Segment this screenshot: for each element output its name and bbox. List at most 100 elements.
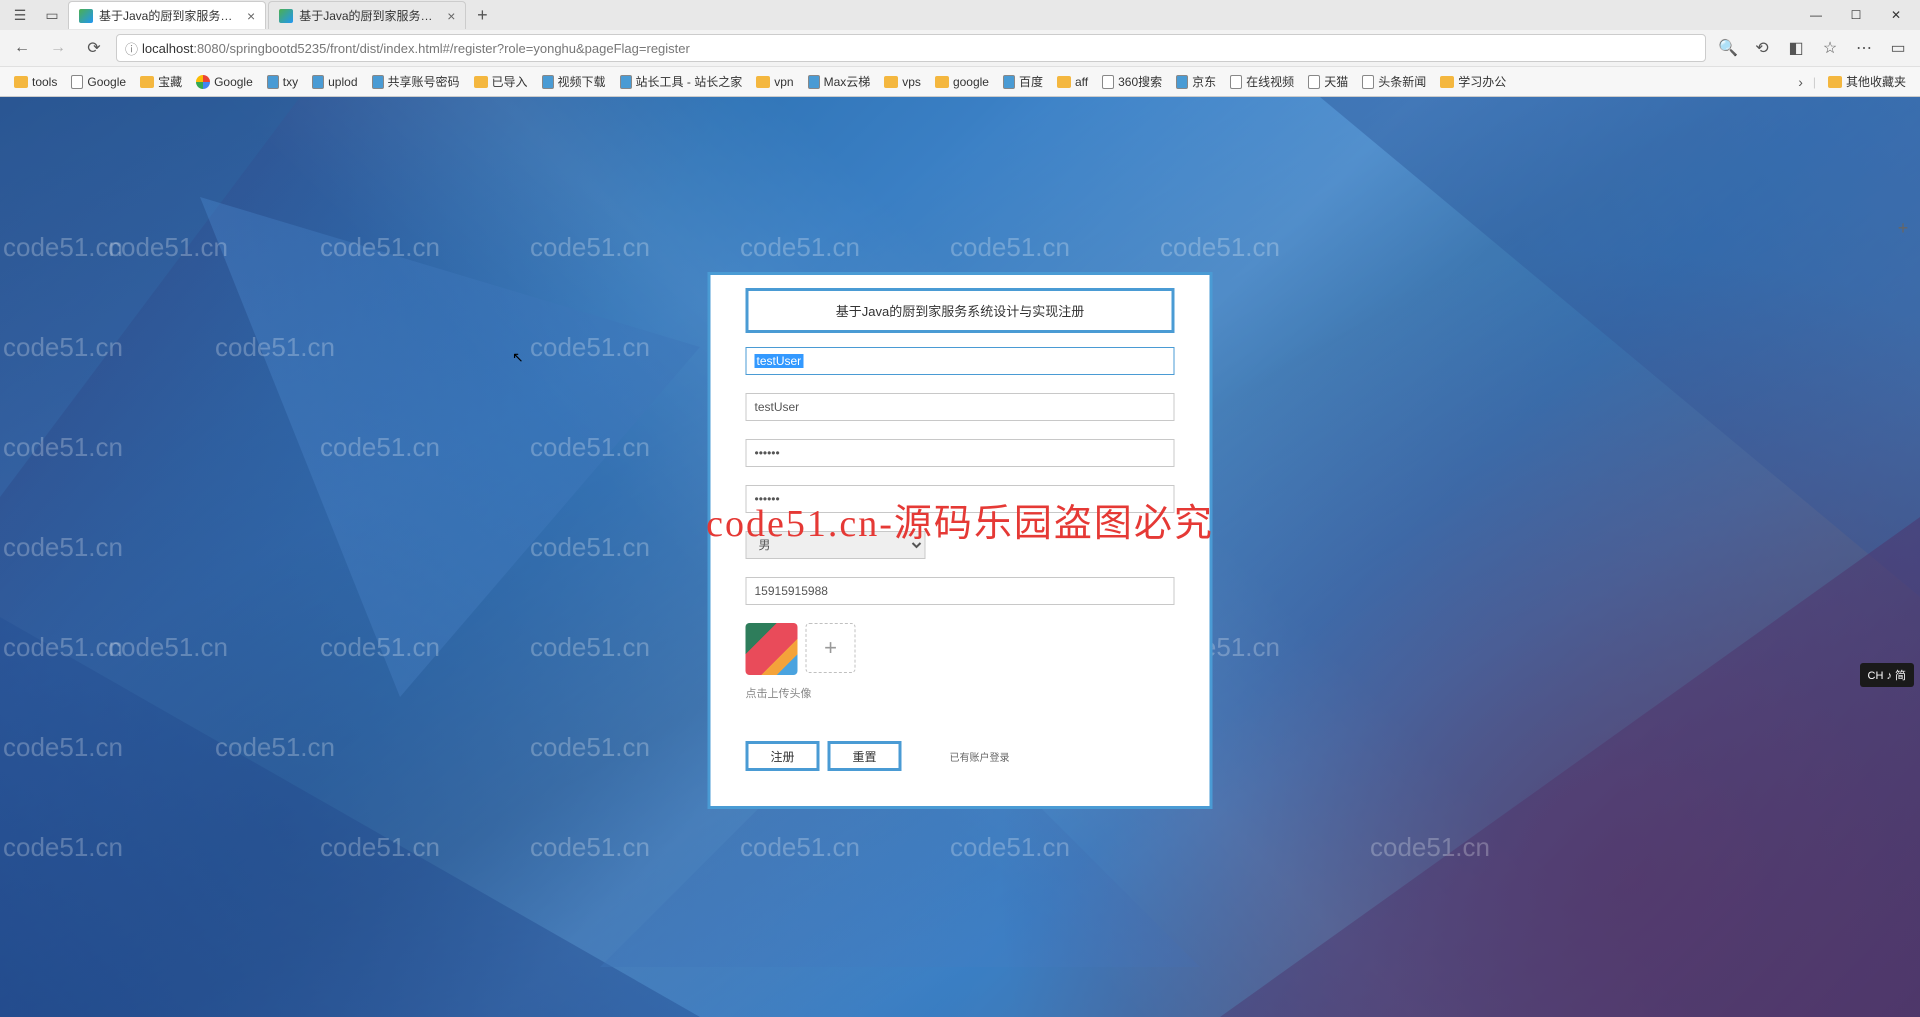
ime-indicator: CH ♪ 简 [1860, 663, 1915, 687]
bookmark-item[interactable]: 360搜索 [1096, 71, 1168, 92]
confirm-password-input[interactable] [746, 485, 1175, 513]
bookmark-label: 宝藏 [158, 73, 182, 90]
sync-icon[interactable]: ⟲ [1748, 34, 1776, 62]
folder-icon [1057, 76, 1071, 88]
bookmarks-overflow-icon[interactable]: › [1794, 74, 1807, 90]
sidebar-toggle-icon[interactable]: ☰ [10, 5, 30, 25]
bookmark-label: Google [87, 75, 126, 89]
window-controls: — ☐ ✕ [1796, 0, 1916, 30]
bookmark-label: aff [1075, 75, 1088, 89]
bookmark-label: Max云梯 [824, 73, 871, 90]
site-icon [312, 75, 324, 89]
bookmark-item[interactable]: google [929, 73, 995, 91]
forward-button[interactable]: → [44, 34, 72, 62]
tab-close-icon[interactable]: × [447, 8, 455, 24]
tab-favicon-icon [279, 9, 293, 23]
page-icon [1308, 75, 1320, 89]
bookmark-item[interactable]: 共享账号密码 [366, 71, 466, 92]
folder-icon [884, 76, 898, 88]
url-input[interactable]: ⓘ localhost :8080 /springbootd5235/front… [116, 34, 1706, 62]
bookmark-item[interactable]: uplod [306, 73, 363, 91]
url-path: /springbootd5235/front/dist/index.html#/… [226, 41, 690, 56]
reset-button[interactable]: 重置 [828, 741, 902, 771]
tab-close-icon[interactable]: × [247, 8, 255, 24]
browser-tab-inactive[interactable]: 基于Java的厨到家服务系统设计与 × [268, 1, 466, 29]
nickname-input[interactable] [746, 393, 1175, 421]
back-button[interactable]: ← [8, 34, 36, 62]
new-tab-button[interactable]: + [468, 1, 496, 29]
bookmark-item[interactable]: Max云梯 [802, 71, 877, 92]
bookmark-other-folder[interactable]: 其他收藏夹 [1822, 71, 1912, 92]
zoom-icon[interactable]: 🔍 [1714, 34, 1742, 62]
extension-icon[interactable]: ◧ [1782, 34, 1810, 62]
username-value: testUser [755, 354, 804, 368]
site-icon [620, 75, 632, 89]
bookmark-item[interactable]: vpn [750, 73, 799, 91]
bookmark-item[interactable]: aff [1051, 73, 1094, 91]
menu-icon[interactable]: ⋯ [1850, 34, 1878, 62]
tab-title: 基于Java的厨到家服务系统设计与 [99, 7, 239, 24]
bookmark-item[interactable]: 学习办公 [1434, 71, 1512, 92]
page-icon [1102, 75, 1114, 89]
bookmark-item[interactable]: vps [878, 73, 927, 91]
bookmark-item[interactable]: txy [261, 73, 304, 91]
bookmark-item[interactable]: 视频下载 [536, 71, 612, 92]
register-button[interactable]: 注册 [746, 741, 820, 771]
google-icon [196, 75, 210, 89]
folder-icon [756, 76, 770, 88]
bookmark-item[interactable]: tools [8, 73, 63, 91]
bookmark-item[interactable]: 已导入 [468, 71, 534, 92]
tab-title: 基于Java的厨到家服务系统设计与 [299, 7, 439, 24]
url-host: localhost [142, 41, 193, 56]
bookmark-item[interactable]: 在线视频 [1224, 71, 1300, 92]
site-icon [1003, 75, 1015, 89]
username-input[interactable]: testUser [746, 347, 1175, 375]
page-icon [1230, 75, 1242, 89]
bookmark-label: 学习办公 [1458, 73, 1506, 90]
page-icon [71, 75, 83, 89]
form-title: 基于Java的厨到家服务系统设计与实现注册 [746, 288, 1175, 333]
bookmark-label: vps [902, 75, 921, 89]
refresh-button[interactable]: ⟳ [80, 34, 108, 62]
folder-icon [935, 76, 949, 88]
site-icon [1176, 75, 1188, 89]
minimize-button[interactable]: — [1796, 0, 1836, 30]
favorite-icon[interactable]: ☆ [1816, 34, 1844, 62]
bookmark-label: tools [32, 75, 57, 89]
tab-bar: ☰ ▭ 基于Java的厨到家服务系统设计与 × 基于Java的厨到家服务系统设计… [0, 0, 1920, 30]
login-link[interactable]: 已有账户登录 [950, 749, 1010, 764]
bookmark-item[interactable]: Google [65, 73, 132, 91]
phone-input[interactable] [746, 577, 1175, 605]
plus-icon: + [824, 635, 837, 661]
tabs-icon[interactable]: ▭ [42, 5, 62, 25]
gender-select[interactable]: 男 [746, 531, 926, 559]
bookmark-label: 站长工具 - 站长之家 [636, 73, 743, 90]
bookmark-item[interactable]: 站长工具 - 站长之家 [614, 71, 749, 92]
site-icon [372, 75, 384, 89]
register-form-card: 基于Java的厨到家服务系统设计与实现注册 testUser 男 + 点击上传头… [708, 272, 1213, 809]
bookmark-label: 天猫 [1324, 73, 1348, 90]
add-collection-button[interactable]: + [1892, 217, 1914, 239]
browser-tab-active[interactable]: 基于Java的厨到家服务系统设计与 × [68, 1, 266, 29]
password-input[interactable] [746, 439, 1175, 467]
upload-avatar-button[interactable]: + [806, 623, 856, 673]
bookmark-label: vpn [774, 75, 793, 89]
bookmark-item[interactable]: 京东 [1170, 71, 1222, 92]
folder-icon [1828, 76, 1842, 88]
upload-hint: 点击上传头像 [746, 685, 1175, 701]
maximize-button[interactable]: ☐ [1836, 0, 1876, 30]
avatar-preview[interactable] [746, 623, 798, 675]
site-icon [542, 75, 554, 89]
bookmark-label: 视频下载 [558, 73, 606, 90]
bookmark-label: 百度 [1019, 73, 1043, 90]
bookmark-item[interactable]: 百度 [997, 71, 1049, 92]
bookmark-item[interactable]: 天猫 [1302, 71, 1354, 92]
close-button[interactable]: ✕ [1876, 0, 1916, 30]
bookmark-item[interactable]: Google [190, 73, 259, 91]
collections-icon[interactable]: ▭ [1884, 34, 1912, 62]
folder-icon [1440, 76, 1454, 88]
site-info-icon[interactable]: ⓘ [125, 39, 138, 58]
bookmark-item[interactable]: 宝藏 [134, 71, 188, 92]
browser-chrome: ☰ ▭ 基于Java的厨到家服务系统设计与 × 基于Java的厨到家服务系统设计… [0, 0, 1920, 97]
bookmark-item[interactable]: 头条新闻 [1356, 71, 1432, 92]
